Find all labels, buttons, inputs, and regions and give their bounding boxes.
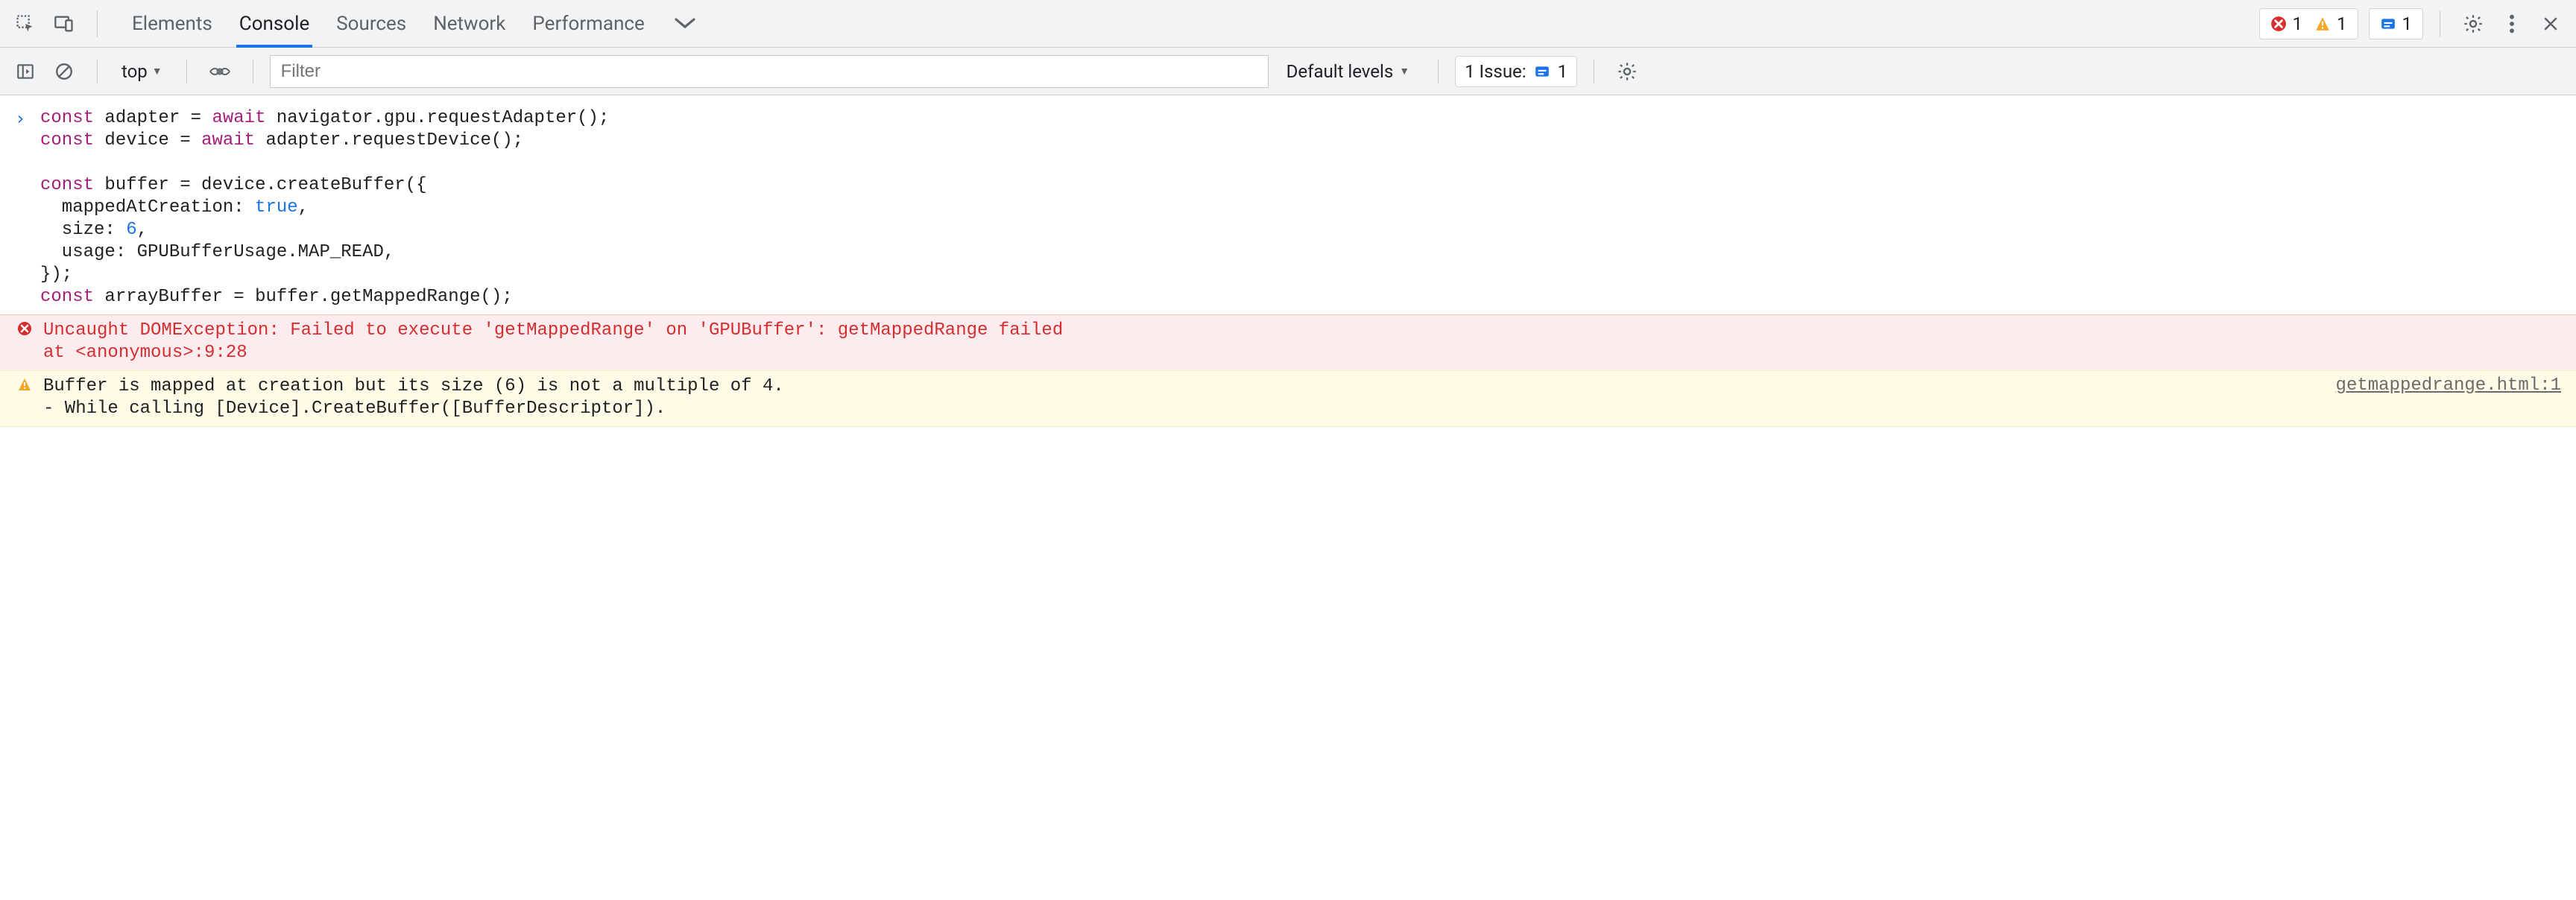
issues-info-icon [1534,63,1550,80]
issues-count: 1 [1558,61,1568,82]
clear-console-icon[interactable] [48,55,80,88]
toggle-device-toolbar-icon[interactable] [48,7,80,40]
tab-sources[interactable]: Sources [336,0,406,47]
devtools-topbar: Elements Console Sources Network Perform… [0,0,2576,48]
inspect-element-icon[interactable] [9,7,42,40]
toggle-sidebar-icon[interactable] [9,55,42,88]
warning-icon [15,375,34,392]
separator [186,60,187,83]
console-input-row[interactable]: › const adapter = await navigator.gpu.re… [0,104,2576,314]
more-tabs-icon[interactable] [672,0,698,47]
settings-icon[interactable] [2457,7,2490,40]
tab-performance[interactable]: Performance [532,0,644,47]
console-toolbar: top ▼ Default levels ▼ 1 Issue: 1 [0,48,2576,95]
execution-context-selector[interactable]: top ▼ [114,61,170,82]
console-settings-icon[interactable] [1611,55,1644,88]
info-count[interactable]: 1 [2375,13,2417,34]
separator [97,60,98,83]
issues-button[interactable]: 1 Issue: 1 [1455,56,1577,87]
panel-tabs: Elements Console Sources Network Perform… [114,0,716,47]
close-devtools-icon[interactable] [2534,7,2567,40]
separator [1438,60,1439,83]
live-expression-icon[interactable] [203,55,236,88]
more-options-icon[interactable] [2496,7,2528,40]
tab-console[interactable]: Console [239,0,309,47]
warning-source-link[interactable]: getmappedrange.html:1 [2336,375,2561,396]
console-warning-message[interactable]: Buffer is mapped at creation but its siz… [0,370,2576,427]
console-error-message[interactable]: Uncaught DOMException: Failed to execute… [0,314,2576,370]
separator [97,10,98,37]
log-levels-selector[interactable]: Default levels ▼ [1275,61,1421,82]
error-text: Uncaught DOMException: Failed to execute… [43,320,1063,364]
message-counts[interactable]: 1 1 [2259,8,2358,39]
issues-label: 1 Issue: [1465,61,1527,82]
warning-count[interactable]: 1 [2310,13,2352,34]
levels-label: Default levels [1287,61,1394,82]
console-body: › const adapter = await navigator.gpu.re… [0,95,2576,427]
error-icon [15,320,34,336]
tab-elements[interactable]: Elements [132,0,212,47]
filter-input[interactable] [270,55,1269,88]
info-count-value: 1 [2402,13,2413,34]
scope-label: top [121,61,148,82]
error-count[interactable]: 1 [2266,13,2308,34]
dropdown-triangle-icon: ▼ [1399,65,1409,77]
code-input[interactable]: const adapter = await navigator.gpu.requ… [40,107,609,308]
tab-network[interactable]: Network [433,0,505,47]
prompt-icon: › [15,107,31,308]
warning-count-value: 1 [2337,13,2347,34]
error-count-value: 1 [2293,13,2303,34]
info-counts[interactable]: 1 [2369,8,2424,39]
warning-text: Buffer is mapped at creation but its siz… [43,375,784,420]
dropdown-triangle-icon: ▼ [152,65,162,77]
